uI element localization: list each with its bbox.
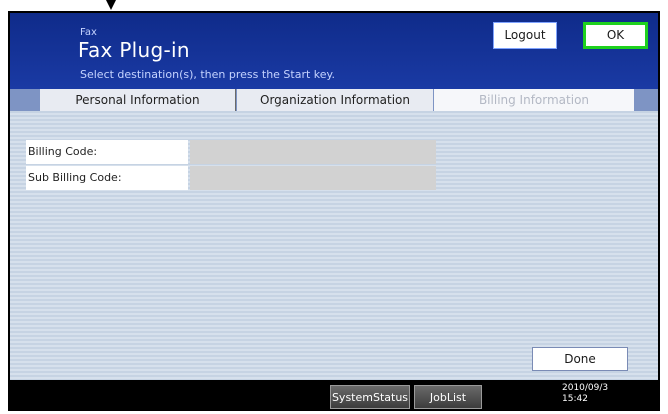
system-status-button[interactable]: SystemStatus	[330, 385, 410, 409]
job-list-button[interactable]: JobList	[414, 385, 482, 409]
date-text: 2010/09/3	[562, 383, 609, 393]
sub-billing-code-field[interactable]	[190, 166, 436, 190]
sub-billing-code-label: Sub Billing Code:	[26, 166, 188, 190]
time-text: 15:42	[562, 394, 588, 404]
pointer-arrow-icon	[106, 0, 116, 10]
ok-button[interactable]: OK	[583, 22, 648, 49]
tab-personal-information[interactable]: Personal Information	[40, 89, 236, 111]
instruction-text: Select destination(s), then press the St…	[80, 68, 335, 81]
header-bar: Fax Fax Plug-in Select destination(s), t…	[10, 13, 658, 89]
device-panel-frame: Fax Fax Plug-in Select destination(s), t…	[8, 11, 660, 411]
status-bar: SystemStatus JobList 2010/09/3 15:42	[10, 380, 658, 409]
app-label: Fax	[80, 27, 97, 38]
sub-billing-code-row: Sub Billing Code:	[26, 166, 436, 190]
billing-code-row: Billing Code:	[26, 140, 436, 164]
tab-bar: Personal Information Organization Inform…	[10, 89, 658, 111]
billing-code-label: Billing Code:	[26, 140, 188, 164]
panel-screen: Fax Fax Plug-in Select destination(s), t…	[10, 13, 658, 409]
app-title: Fax Plug-in	[78, 38, 190, 62]
logout-button[interactable]: Logout	[493, 22, 557, 49]
tab-organization-information[interactable]: Organization Information	[237, 89, 433, 111]
billing-code-field[interactable]	[190, 140, 436, 164]
billing-form: Billing Code: Sub Billing Code:	[26, 140, 436, 192]
tab-billing-information[interactable]: Billing Information	[434, 89, 634, 111]
done-button[interactable]: Done	[532, 347, 628, 371]
date-time-display: 2010/09/3 15:42	[562, 383, 608, 405]
